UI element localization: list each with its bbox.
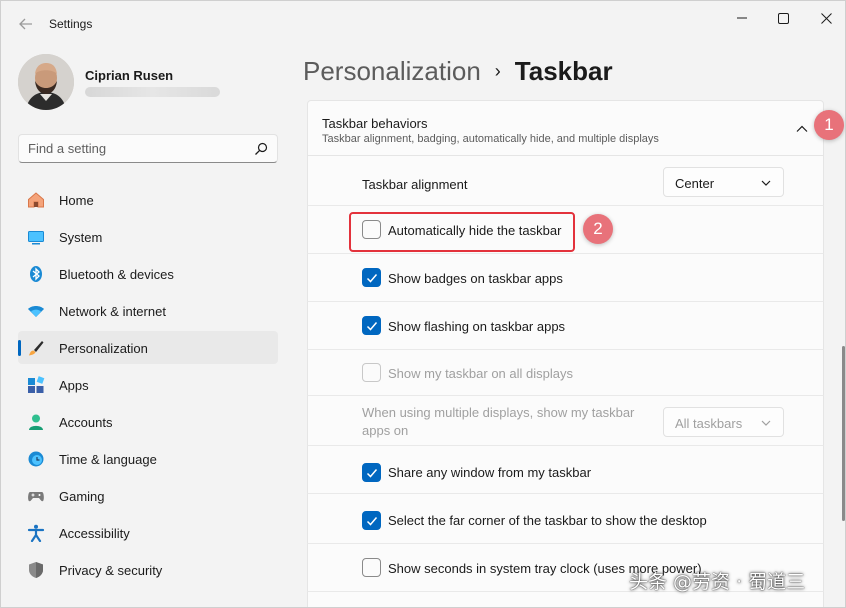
close-icon	[820, 12, 832, 24]
minimize-button[interactable]	[720, 3, 764, 33]
row-taskbar-alignment: Taskbar alignment Center	[307, 156, 824, 206]
flashing-label[interactable]: Show flashing on taskbar apps	[388, 319, 565, 334]
row-next-partial	[307, 592, 824, 607]
sidebar-item-label: Gaming	[59, 489, 105, 504]
multi-display-dropdown[interactable]: All taskbars	[663, 407, 784, 437]
sidebar-nav: Home System Bluetooth & devices Network …	[18, 183, 278, 590]
dropdown-value: Center	[675, 176, 715, 191]
sidebar-item-privacy-security[interactable]: Privacy & security	[18, 553, 278, 586]
user-name: Ciprian Rusen	[85, 68, 174, 83]
scrollbar[interactable]	[842, 346, 845, 521]
section-title: Taskbar behaviors	[322, 116, 428, 131]
apps-icon	[28, 376, 45, 393]
flashing-checkbox[interactable]	[362, 316, 381, 335]
sidebar-item-label: Accessibility	[59, 526, 130, 541]
sidebar-item-network[interactable]: Network & internet	[18, 294, 278, 327]
sidebar-item-label: Apps	[59, 378, 89, 393]
all-displays-label: Show my taskbar on all displays	[388, 366, 573, 381]
sidebar-item-personalization[interactable]: Personalization	[18, 331, 278, 364]
bluetooth-icon	[30, 266, 42, 282]
share-window-checkbox[interactable]	[362, 463, 381, 482]
row-share-window: Share any window from my taskbar	[307, 446, 824, 494]
sidebar-item-label: System	[59, 230, 103, 245]
sidebar-item-label: Privacy & security	[59, 563, 163, 578]
chevron-down-icon	[761, 420, 771, 426]
chevron-down-icon	[761, 180, 771, 186]
home-icon	[28, 192, 44, 208]
breadcrumb-separator: ›	[494, 61, 501, 81]
sidebar-item-label: Bluetooth & devices	[59, 267, 174, 282]
sidebar-item-bluetooth-devices[interactable]: Bluetooth & devices	[18, 257, 278, 290]
maximize-button[interactable]	[761, 3, 805, 33]
settings-window: Settings Ciprian Rusen Find a setting Ho…	[0, 0, 846, 608]
sidebar-item-accounts[interactable]: Accounts	[18, 405, 278, 438]
row-all-displays: Show my taskbar on all displays	[307, 350, 824, 396]
multi-display-label: When using multiple displays, show my ta…	[362, 405, 635, 438]
sidebar-item-label: Network & internet	[59, 304, 166, 319]
time-language-icon	[28, 451, 44, 467]
sidebar-item-home[interactable]: Home	[18, 183, 278, 216]
gaming-icon	[28, 492, 44, 502]
far-corner-label[interactable]: Select the far corner of the taskbar to …	[388, 513, 707, 528]
close-button[interactable]	[804, 3, 845, 33]
all-displays-checkbox[interactable]	[362, 363, 381, 382]
badges-checkbox[interactable]	[362, 268, 381, 287]
sidebar-item-system[interactable]: System	[18, 220, 278, 253]
checkmark-icon	[366, 469, 378, 478]
taskbar-alignment-dropdown[interactable]: Center	[663, 167, 784, 197]
maximize-icon	[777, 12, 789, 24]
breadcrumb: Personalization › Taskbar	[303, 56, 613, 87]
checkmark-icon	[366, 274, 378, 283]
annotation-marker-1: 1	[814, 110, 844, 140]
minimize-icon	[737, 17, 747, 19]
accounts-icon	[29, 414, 43, 430]
row-flashing: Show flashing on taskbar apps	[307, 302, 824, 350]
user-email-redacted	[85, 87, 220, 97]
wifi-icon	[28, 306, 44, 317]
watermark: 头条 @劳资 · 蜀道三	[629, 571, 806, 593]
dropdown-value: All taskbars	[675, 416, 743, 431]
back-button[interactable]	[13, 11, 39, 37]
accessibility-icon	[27, 524, 45, 542]
row-badges: Show badges on taskbar apps	[307, 254, 824, 302]
highlight-auto-hide	[349, 212, 575, 252]
brush-icon	[29, 341, 44, 356]
page-title: Taskbar	[514, 56, 613, 86]
system-icon	[28, 231, 44, 245]
sidebar-item-apps[interactable]: Apps	[18, 368, 278, 401]
checkmark-icon	[366, 517, 378, 526]
chevron-up-icon[interactable]	[795, 122, 809, 136]
sidebar-item-label: Accounts	[59, 415, 113, 430]
annotation-marker-2: 2	[583, 214, 613, 244]
app-title: Settings	[49, 17, 93, 31]
title-bar: Settings	[1, 1, 845, 47]
search-icon[interactable]	[254, 142, 268, 156]
sidebar-item-label: Home	[59, 193, 94, 208]
far-corner-checkbox[interactable]	[362, 511, 381, 530]
section-description: Taskbar alignment, badging, automaticall…	[322, 133, 659, 145]
sidebar-item-time-language[interactable]: Time & language	[18, 442, 278, 475]
taskbar-alignment-label: Taskbar alignment	[362, 177, 468, 192]
share-window-label[interactable]: Share any window from my taskbar	[388, 465, 591, 480]
search-input[interactable]	[28, 141, 248, 156]
badges-label[interactable]: Show badges on taskbar apps	[388, 271, 563, 286]
seconds-checkbox[interactable]	[362, 558, 381, 577]
row-far-corner: Select the far corner of the taskbar to …	[307, 494, 824, 544]
checkmark-icon	[366, 322, 378, 331]
search-box[interactable]	[18, 134, 278, 163]
section-header-taskbar-behaviors[interactable]: Taskbar behaviors Taskbar alignment, bad…	[307, 100, 824, 156]
back-arrow-icon	[19, 18, 32, 30]
sidebar-item-accessibility[interactable]: Accessibility	[18, 516, 278, 549]
shield-icon	[29, 562, 43, 578]
row-multi-display: When using multiple displays, show my ta…	[307, 396, 824, 446]
avatar	[18, 54, 74, 110]
taskbar-behaviors-panel: Taskbar behaviors Taskbar alignment, bad…	[307, 99, 824, 607]
sidebar-item-label: Personalization	[59, 341, 148, 356]
sidebar-item-gaming[interactable]: Gaming	[18, 479, 278, 512]
breadcrumb-parent[interactable]: Personalization	[303, 56, 481, 86]
sidebar-item-label: Time & language	[59, 452, 157, 467]
